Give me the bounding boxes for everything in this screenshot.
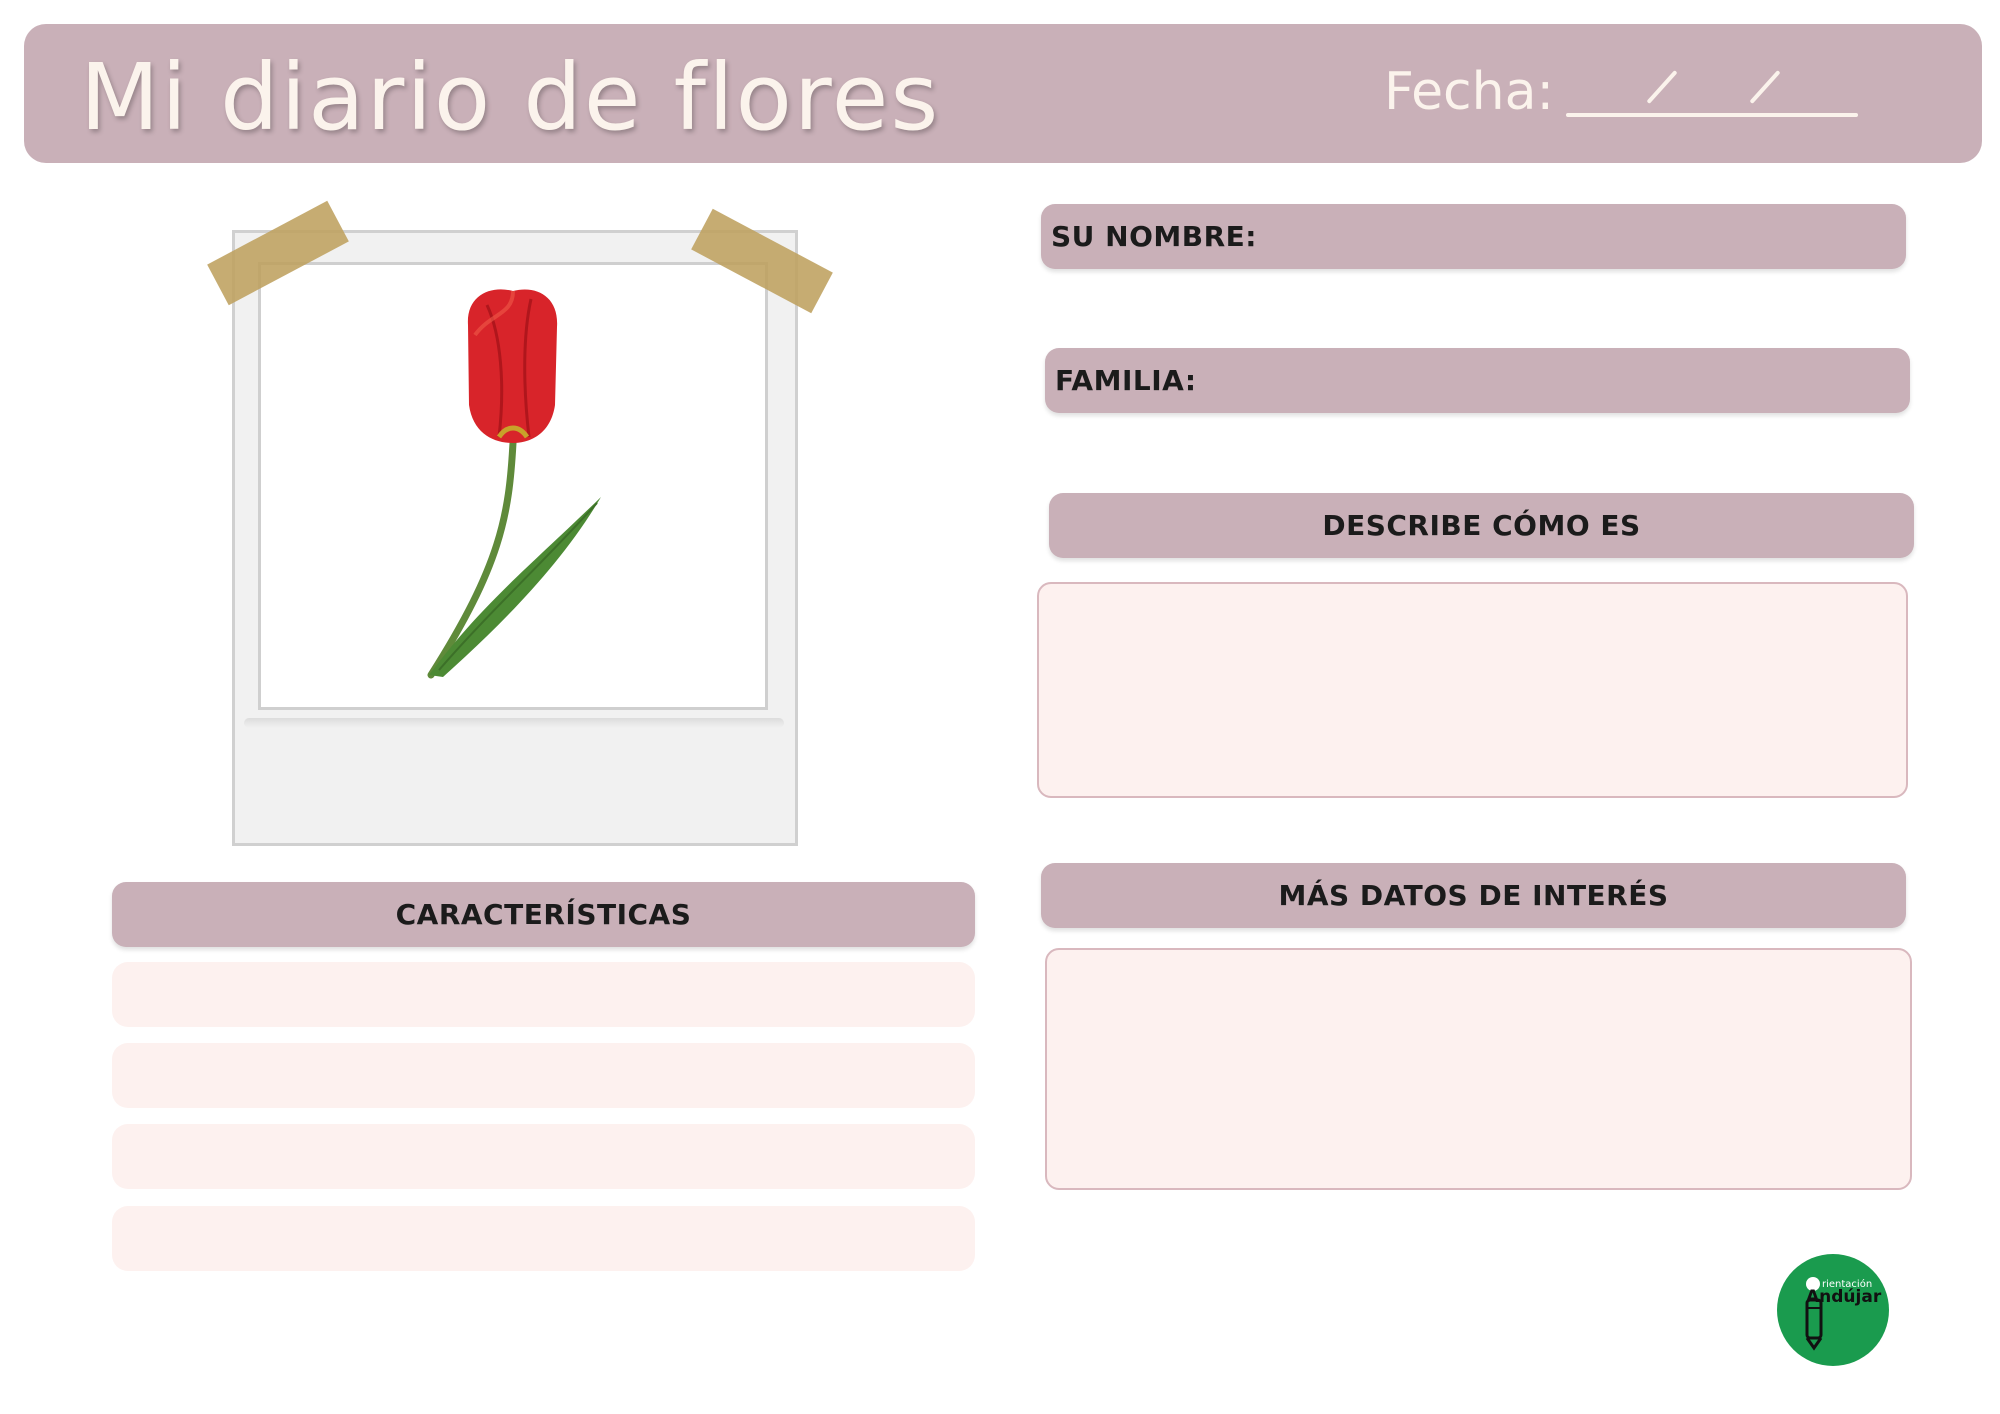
family-label: FAMILIA:: [1055, 364, 1197, 397]
characteristics-label: CARACTERÍSTICAS: [395, 898, 692, 931]
name-field[interactable]: SU NOMBRE:: [1041, 204, 1906, 269]
more-info-label: MÁS DATOS DE INTERÉS: [1278, 879, 1669, 912]
date-label: Fecha:: [1384, 62, 1554, 122]
photo-area: [258, 262, 768, 710]
describe-header: DESCRIBE CÓMO ES: [1049, 493, 1914, 558]
more-info-textbox[interactable]: [1045, 948, 1912, 1190]
tulip-photo: [427, 289, 601, 679]
orientacion-andujar-logo: [1777, 1254, 1889, 1366]
logo-text-bottom: Andújar: [1806, 1287, 1882, 1307]
pencil-icon: [1805, 1277, 1823, 1351]
date-underline: [1566, 113, 1858, 117]
describe-textbox[interactable]: [1037, 582, 1908, 798]
characteristics-row-1[interactable]: [112, 962, 975, 1027]
page-title: Mi diario de flores: [80, 44, 941, 151]
describe-label: DESCRIBE CÓMO ES: [1322, 509, 1641, 542]
photo-caption-shadow: [244, 718, 784, 728]
characteristics-header: CARACTERÍSTICAS: [112, 882, 975, 947]
characteristics-row-4[interactable]: [112, 1206, 975, 1271]
characteristics-row-3[interactable]: [112, 1124, 975, 1189]
more-info-header: MÁS DATOS DE INTERÉS: [1041, 863, 1906, 928]
family-field[interactable]: FAMILIA:: [1045, 348, 1910, 413]
name-label: SU NOMBRE:: [1051, 220, 1257, 253]
characteristics-row-2[interactable]: [112, 1043, 975, 1108]
